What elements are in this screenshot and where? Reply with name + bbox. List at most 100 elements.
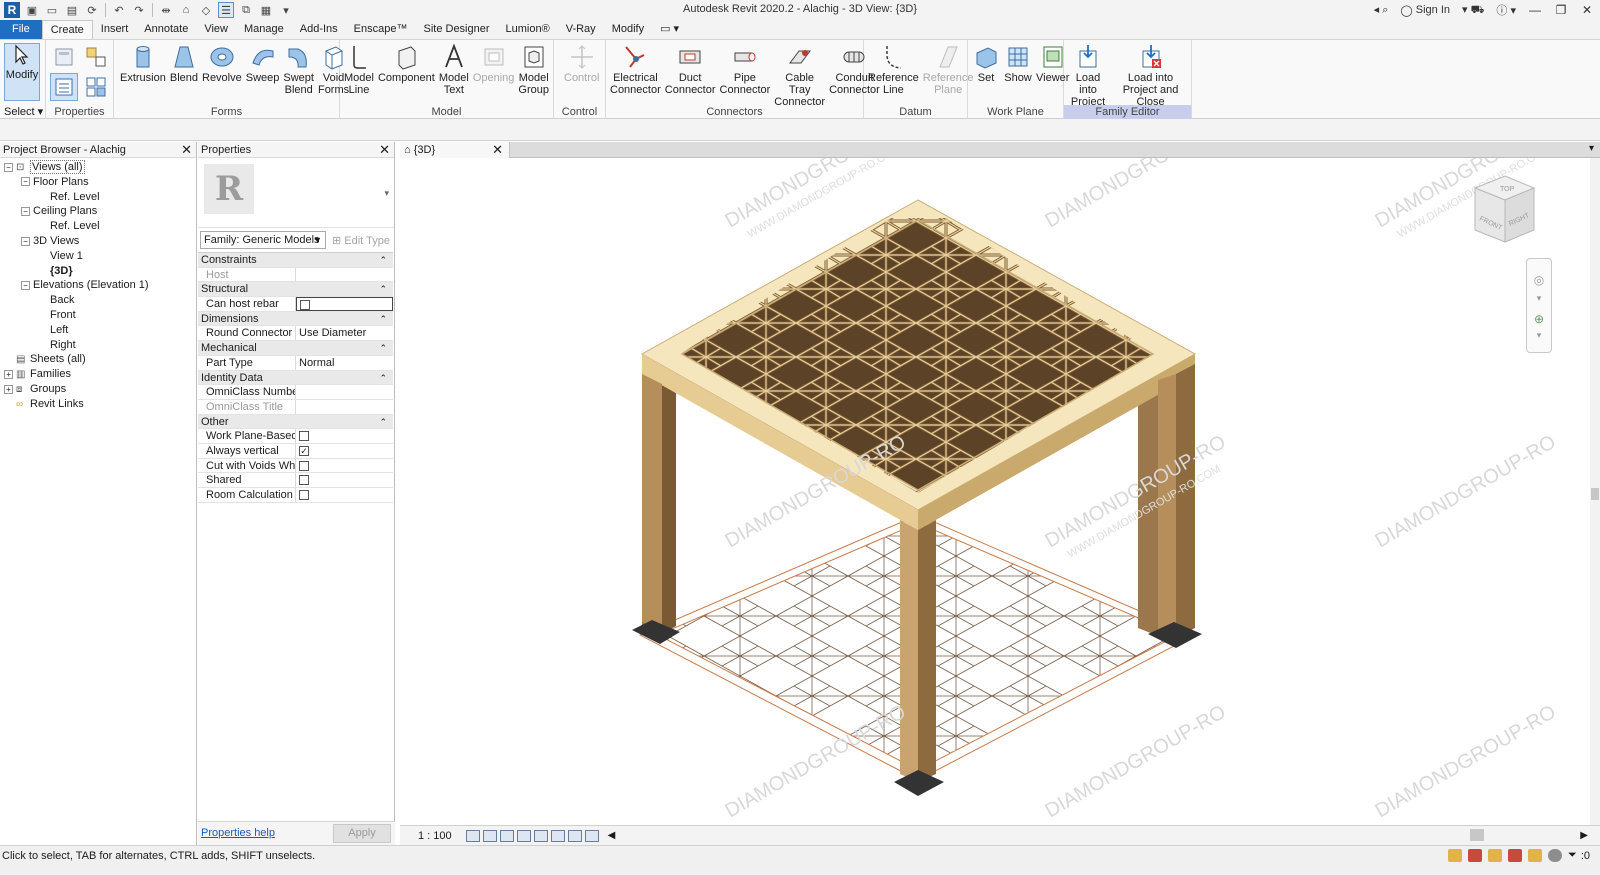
drawing-canvas[interactable]: DIAMONDGROUP-RO DIAMONDGROUP-RO DIAMONDG… (400, 158, 1590, 825)
shadows-icon[interactable] (516, 829, 531, 842)
collapse-icon[interactable]: ⌃ (379, 312, 387, 326)
tab-insert[interactable]: Insert (93, 20, 137, 39)
property-checkbox[interactable]: ✓ (299, 445, 309, 456)
property-checkbox[interactable] (299, 475, 309, 486)
tab-view[interactable]: View (196, 20, 236, 39)
sync-icon[interactable]: ⟳ (84, 2, 100, 18)
scroll-right-icon[interactable]: ▶ (1580, 830, 1588, 841)
select-links-icon[interactable] (1448, 849, 1462, 862)
help-icon[interactable]: ⓘ ▾ (1496, 2, 1516, 18)
collapse-icon[interactable]: − (21, 280, 30, 290)
revolve-button[interactable]: Revolve (200, 42, 244, 96)
sweep-button[interactable]: Sweep (244, 42, 282, 96)
redo-icon[interactable]: ↷ (131, 2, 147, 18)
drag-elements-icon[interactable] (1528, 849, 1542, 862)
revit-app-menu-icon[interactable]: R (4, 2, 20, 18)
select-pinned-icon[interactable] (1488, 849, 1502, 862)
family-category-icon[interactable] (82, 43, 110, 71)
measure-icon[interactable]: ⇹ (158, 2, 174, 18)
default-3d-view-icon[interactable]: ⌂ (178, 2, 194, 18)
tree-node[interactable]: −3D Views (0, 234, 196, 249)
tab-modify[interactable]: Modify (604, 20, 652, 39)
property-category[interactable]: Identity Data ⌃ (198, 370, 393, 386)
property-checkbox[interactable] (300, 300, 310, 310)
property-value[interactable]: Normal (296, 356, 393, 370)
save-icon[interactable]: ▤ (64, 2, 80, 18)
navigation-bar[interactable]: ◎ ▾ ⊕ ▾ (1526, 258, 1552, 353)
close-project-browser-icon[interactable]: ✕ (181, 142, 192, 158)
close-properties-icon[interactable]: ✕ (379, 142, 390, 158)
model-line-button[interactable]: Model Line (342, 42, 376, 96)
tree-node[interactable]: Back (0, 293, 196, 308)
tree-node[interactable]: − Ceiling Plans (0, 204, 196, 219)
collapse-icon[interactable]: − (4, 162, 13, 172)
close-view-icon[interactable]: ✕ (492, 142, 503, 158)
ribbon-display-toggle-icon[interactable]: ▭ ▾ (652, 20, 687, 39)
restore-button[interactable]: ❐ (1548, 3, 1574, 17)
tab-enscape[interactable]: Enscape™ (346, 20, 416, 39)
collapse-icon[interactable]: ⌃ (379, 282, 387, 296)
tree-node[interactable]: Ref. Level (0, 219, 196, 234)
detail-level-icon[interactable] (465, 829, 480, 842)
view-scale[interactable]: 1 : 100 (418, 830, 452, 842)
collapse-icon[interactable]: − (21, 236, 30, 246)
tab-3d-view[interactable]: ⌂ {3D} ✕ (400, 142, 510, 158)
property-category[interactable]: Mechanical ⌃ (198, 341, 393, 356)
scroll-left-icon[interactable]: ◀ (608, 830, 616, 841)
tab-site-designer[interactable]: Site Designer (415, 20, 497, 39)
tree-node[interactable]: − ⊡ Views (all) (0, 160, 196, 175)
render-icon[interactable] (533, 829, 548, 842)
opening-button[interactable]: Opening (471, 42, 517, 96)
sun-path-icon[interactable] (499, 829, 514, 842)
lock-3d-view-icon[interactable] (584, 829, 599, 842)
expand-icon[interactable]: + (4, 369, 13, 379)
property-checkbox[interactable] (299, 431, 309, 442)
vertical-scrollbar[interactable] (1590, 158, 1600, 825)
zoom-region-icon[interactable]: ⊕ (1527, 312, 1551, 326)
properties-icon[interactable] (50, 73, 78, 101)
property-value[interactable] (296, 385, 393, 399)
tab-file[interactable]: File (0, 20, 42, 39)
tab-add-ins[interactable]: Add-Ins (292, 20, 346, 39)
cart-icon[interactable]: ▾ ⛟ (1462, 3, 1484, 18)
collapse-icon[interactable]: ⌃ (379, 253, 387, 267)
tab-manage[interactable]: Manage (236, 20, 292, 39)
view-tab-menu-icon[interactable]: ▾ (1589, 143, 1594, 154)
background-processes-icon[interactable] (1548, 849, 1562, 862)
collapse-icon[interactable]: ⌃ (379, 371, 387, 385)
swept-blend-button[interactable]: Swept Blend (281, 42, 316, 96)
tree-node[interactable]: Ref. Level (0, 190, 196, 205)
property-checkbox[interactable] (299, 490, 309, 500)
cable-tray-connector-button[interactable]: Cable Tray Connector (772, 42, 827, 108)
type-selector[interactable]: R ▾ (198, 158, 394, 228)
properties-help-link[interactable]: Properties help (201, 827, 275, 839)
tab-vray[interactable]: V-Ray (558, 20, 604, 39)
sign-in-button[interactable]: ◯ Sign In (1400, 4, 1450, 17)
zoom-dropdown-icon[interactable]: ▾ (1527, 330, 1551, 341)
family-types-icon[interactable] (50, 43, 78, 71)
apply-button[interactable]: Apply (333, 824, 391, 843)
crop-view-icon[interactable] (550, 829, 565, 842)
model-group-button[interactable]: Model Group (516, 42, 551, 96)
blend-button[interactable]: Blend (168, 42, 200, 96)
view-cube[interactable]: TOP FRONT RIGHT (1473, 175, 1536, 243)
component-button[interactable]: Component (376, 42, 437, 96)
select-underlay-icon[interactable] (1468, 849, 1482, 862)
close-window-button[interactable]: ✕ (1574, 3, 1600, 17)
tree-node[interactable]: ▤ Sheets (all) (0, 352, 196, 367)
collapse-icon[interactable]: − (21, 177, 30, 187)
tab-annotate[interactable]: Annotate (136, 20, 196, 39)
modify-button[interactable]: Modify (4, 43, 40, 101)
vertical-scroll-thumb[interactable] (1591, 488, 1599, 500)
collapse-icon[interactable]: ⌃ (379, 415, 387, 429)
load-into-project-button[interactable]: Load into Project (1066, 42, 1110, 108)
control-button[interactable]: Control (562, 42, 601, 84)
collapse-icon[interactable]: ⌃ (379, 341, 387, 355)
property-checkbox[interactable] (299, 460, 309, 471)
home-icon[interactable]: ▣ (24, 2, 40, 18)
tree-node[interactable]: − Elevations (Elevation 1) (0, 278, 196, 293)
property-value[interactable]: Use Diameter (296, 326, 393, 340)
tree-node[interactable]: Front (0, 308, 196, 323)
property-category[interactable]: Constraints ⌃ (198, 253, 393, 268)
horizontal-scroll-thumb[interactable] (1470, 829, 1484, 841)
